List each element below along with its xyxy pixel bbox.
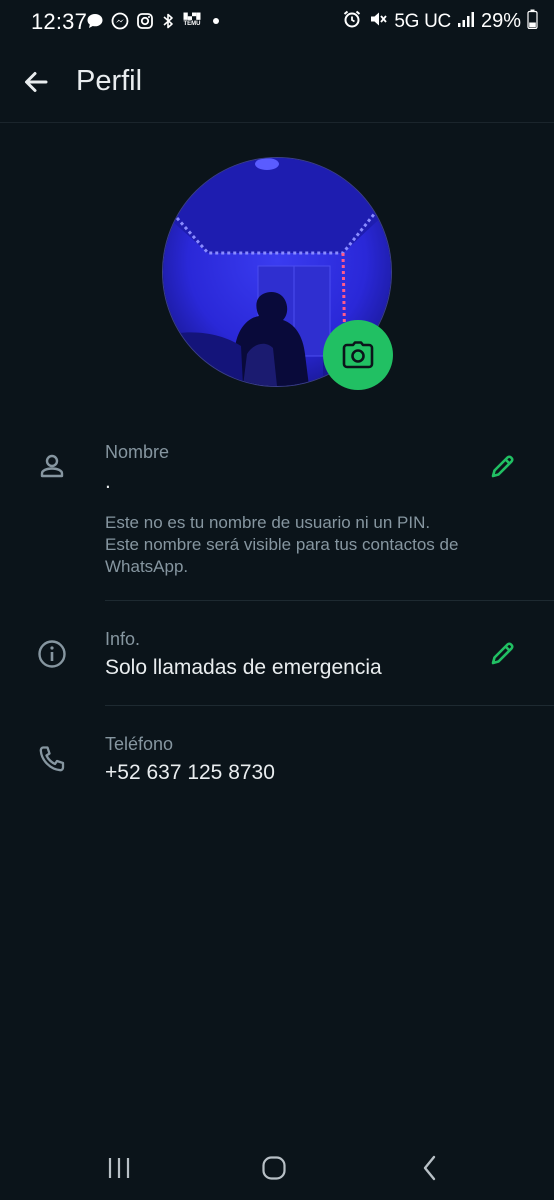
name-hint: Este no es tu nombre de usuario ni un PI…: [105, 512, 525, 578]
home-button[interactable]: [254, 1148, 294, 1188]
phone-icon: [36, 743, 68, 775]
person-icon: [36, 450, 68, 482]
about-value: Solo llamadas de emergencia: [105, 656, 382, 679]
camera-icon: [342, 341, 374, 369]
arrow-left-icon: [25, 72, 48, 92]
bluetooth-icon: [161, 12, 175, 30]
temu-icon-top: █▄▀█: [183, 14, 201, 20]
name-hint-line: WhatsApp.: [105, 557, 189, 576]
home-icon: [262, 1156, 286, 1180]
temu-icon: █▄▀█ TEMU: [182, 12, 202, 30]
network-type: 5G UC: [394, 10, 451, 32]
name-hint-line: Este no es tu nombre de usuario ni un PI…: [105, 513, 431, 532]
pencil-icon: [491, 642, 514, 665]
change-photo-button[interactable]: [323, 320, 393, 390]
back-button[interactable]: [16, 62, 56, 102]
alarm-icon: [342, 9, 362, 34]
recents-icon: [108, 1158, 130, 1178]
messenger-icon: [111, 12, 129, 30]
page-title: Perfil: [76, 65, 143, 97]
name-hint-line: Este nombre será visible para tus contac…: [105, 535, 459, 554]
notification-icons: █▄▀█ TEMU: [86, 12, 219, 30]
pencil-icon: [491, 455, 514, 478]
divider: [105, 600, 554, 601]
battery-percent: 29%: [480, 10, 521, 32]
name-section[interactable]: Nombre . Este no es tu nombre de usuario…: [0, 440, 554, 600]
signal-icon: [457, 10, 475, 33]
phone-label: Teléfono: [105, 734, 174, 754]
about-label: Info.: [105, 629, 141, 649]
status-time: 12:37: [31, 9, 88, 34]
dot-icon: [213, 18, 219, 24]
about-section[interactable]: Info. Solo llamadas de emergencia: [0, 627, 554, 705]
instagram-icon: [136, 12, 154, 30]
name-value: .: [105, 470, 111, 493]
status-bar: 12:37 █▄▀█ TEMU 5G UC 29%: [0, 0, 554, 46]
battery-icon: [527, 9, 538, 34]
chat-bubble-icon: [86, 12, 104, 30]
recents-button[interactable]: [99, 1148, 139, 1188]
edit-name-button[interactable]: [484, 449, 520, 485]
phone-section: Teléfono +52 637 125 8730: [0, 732, 554, 802]
system-status: 5G UC 29%: [342, 9, 538, 34]
edit-about-button[interactable]: [484, 636, 520, 672]
phone-value: +52 637 125 8730: [105, 761, 275, 784]
app-bar: Perfil: [0, 46, 554, 123]
system-nav-bar: [0, 1132, 554, 1200]
divider: [105, 705, 554, 706]
temu-icon-label: TEMU: [183, 21, 201, 27]
back-chevron-icon: [423, 1155, 436, 1181]
nav-back-button[interactable]: [410, 1148, 450, 1188]
profile-photo-container: [162, 157, 393, 390]
name-label: Nombre: [105, 442, 170, 462]
info-icon: [36, 638, 68, 670]
mute-icon: [368, 9, 388, 34]
